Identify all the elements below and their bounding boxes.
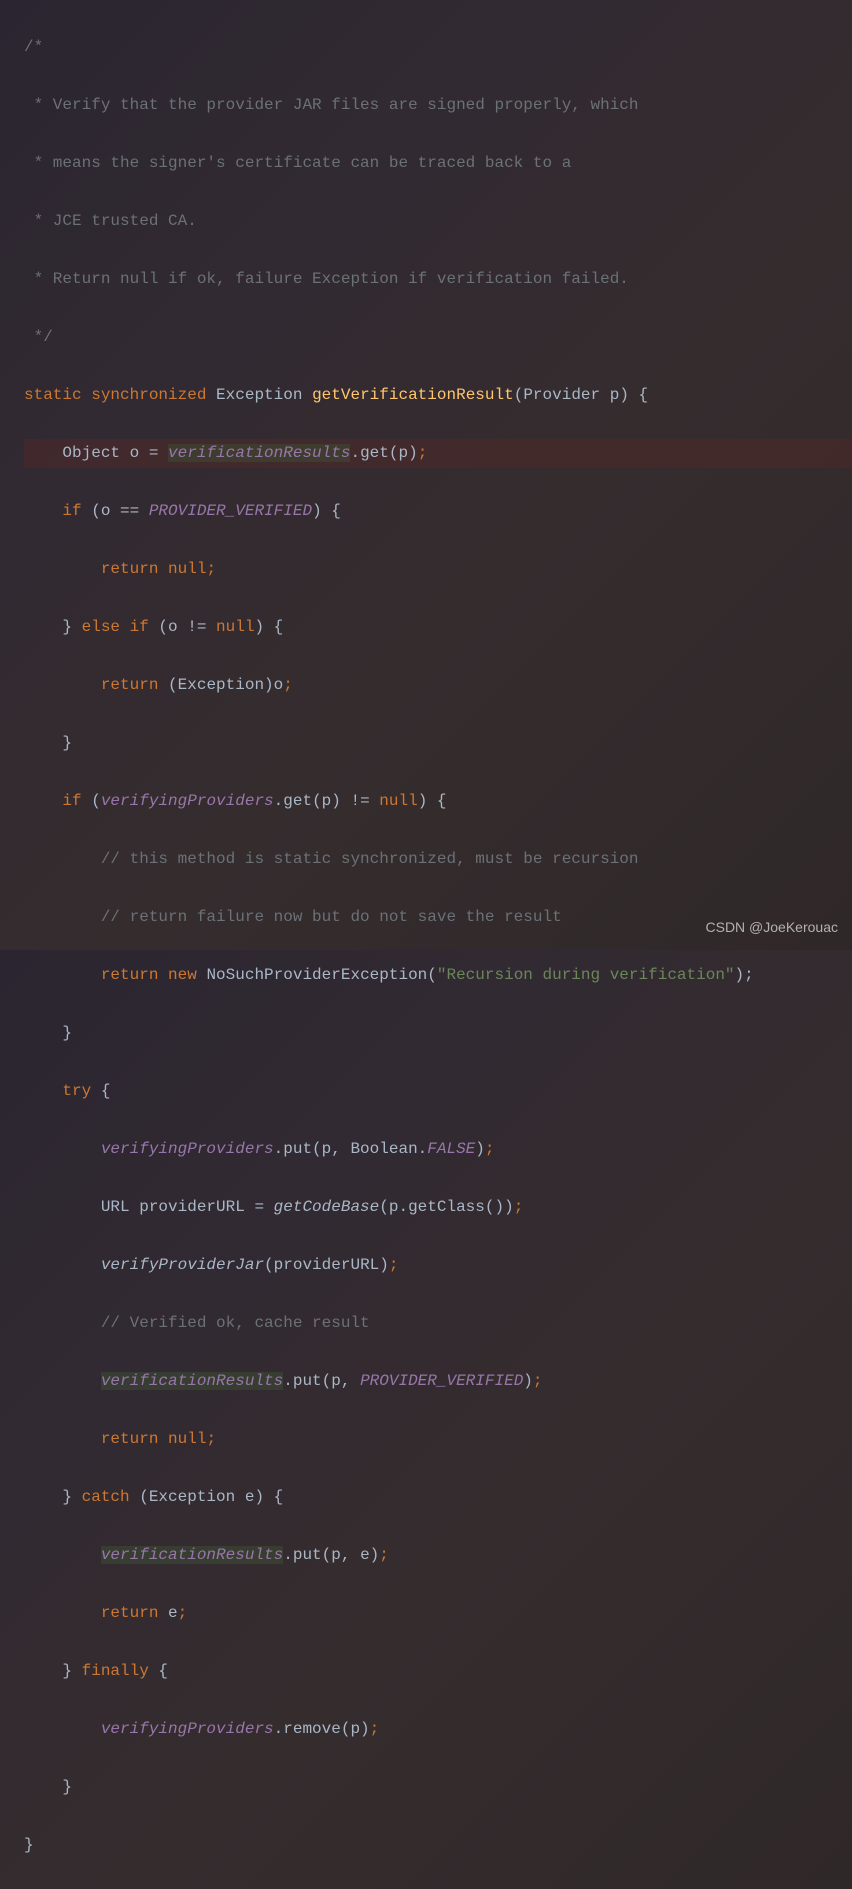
code-line: if (verifyingProviders.get(p) != null) { bbox=[24, 787, 852, 816]
code-line: } bbox=[24, 729, 852, 758]
code-line: verifyingProviders.remove(p); bbox=[24, 1715, 852, 1744]
code-line: * means the signer's certificate can be … bbox=[24, 149, 852, 178]
code-line: } else if (o != null) { bbox=[24, 613, 852, 642]
code-line: * JCE trusted CA. bbox=[24, 207, 852, 236]
code-line: try { bbox=[24, 1077, 852, 1106]
code-line: URL providerURL = getCodeBase(p.getClass… bbox=[24, 1193, 852, 1222]
code-line: * Return null if ok, failure Exception i… bbox=[24, 265, 852, 294]
code-line: return null; bbox=[24, 555, 852, 584]
code-line: verificationResults.put(p, e); bbox=[24, 1541, 852, 1570]
code-line: return (Exception)o; bbox=[24, 671, 852, 700]
code-line: } catch (Exception e) { bbox=[24, 1483, 852, 1512]
code-line: verificationResults.put(p, PROVIDER_VERI… bbox=[24, 1367, 852, 1396]
code-line: } bbox=[24, 1019, 852, 1048]
code-line: // Verified ok, cache result bbox=[24, 1309, 852, 1338]
code-line: verifyProviderJar(providerURL); bbox=[24, 1251, 852, 1280]
code-editor[interactable]: /* * Verify that the provider JAR files … bbox=[0, 0, 852, 1889]
code-line: */ bbox=[24, 323, 852, 352]
code-line: verifyingProviders.put(p, Boolean.FALSE)… bbox=[24, 1135, 852, 1164]
code-line: // this method is static synchronized, m… bbox=[24, 845, 852, 874]
watermark: CSDN @JoeKerouac bbox=[706, 913, 839, 942]
code-line: * Verify that the provider JAR files are… bbox=[24, 91, 852, 120]
code-line: /* bbox=[24, 33, 852, 62]
code-line: if (o == PROVIDER_VERIFIED) { bbox=[24, 497, 852, 526]
code-line: return new NoSuchProviderException("Recu… bbox=[24, 961, 852, 990]
code-line: static synchronized Exception getVerific… bbox=[24, 381, 852, 410]
code-line: } bbox=[24, 1773, 852, 1802]
code-line: } finally { bbox=[24, 1657, 852, 1686]
code-line: } bbox=[24, 1831, 852, 1860]
code-line: return null; bbox=[24, 1425, 852, 1454]
code-line-highlighted: Object o = verificationResults.get(p); bbox=[24, 439, 852, 468]
code-line: return e; bbox=[24, 1599, 852, 1628]
